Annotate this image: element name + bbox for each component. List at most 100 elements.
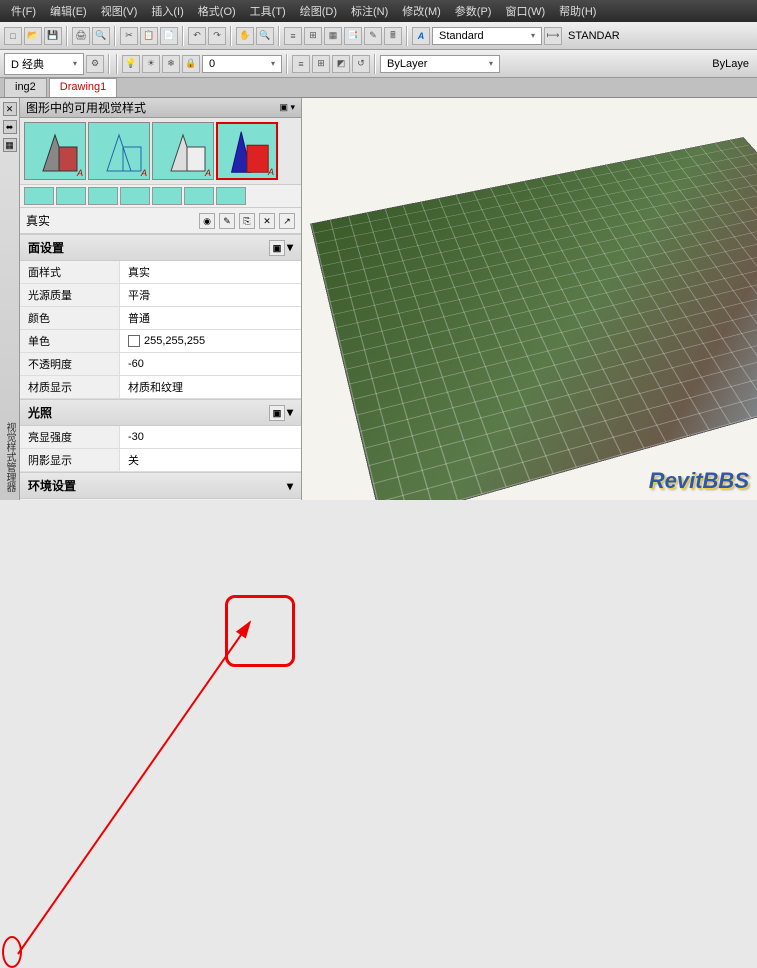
tab-drawing1[interactable]: Drawing1 <box>49 78 117 97</box>
apply-style-icon[interactable]: ◉ <box>199 213 215 229</box>
style-mini-7[interactable] <box>216 187 246 205</box>
style-mini-4[interactable] <box>120 187 150 205</box>
watermark: RevitBBS <box>649 468 749 494</box>
style-mini-2[interactable] <box>56 187 86 205</box>
linetype-label: ByLaye <box>712 58 749 70</box>
menu-params[interactable]: 参数(P) <box>448 3 499 19</box>
collapse-icon[interactable]: ▣ ▾ <box>279 102 295 113</box>
palettes-icon[interactable]: ▦ <box>3 138 17 152</box>
light-icon[interactable]: 💡 <box>122 55 140 73</box>
section-lighting-header[interactable]: 光照 ▣▾ <box>20 400 301 426</box>
visual-styles-panel: 图形中的可用视觉样式 ▣ ▾ A A A A <box>20 98 302 500</box>
sheet-icon[interactable]: 📑 <box>344 27 362 45</box>
tool-palettes-icon[interactable]: ▦ <box>324 27 342 45</box>
calc-icon[interactable]: 🖩 <box>384 27 402 45</box>
ws-settings-icon[interactable]: ⚙ <box>86 55 104 73</box>
panel-header: 图形中的可用视觉样式 ▣ ▾ <box>20 98 301 118</box>
style-thumb-2dwireframe[interactable]: A <box>24 122 86 180</box>
layer-state-icon[interactable]: ⊞ <box>312 55 330 73</box>
layer-prev-icon[interactable]: ↺ <box>352 55 370 73</box>
paste-icon[interactable]: 📄 <box>160 27 178 45</box>
zoom-icon[interactable]: 🔍 <box>256 27 274 45</box>
prop-color-value[interactable]: 普通 <box>120 307 301 329</box>
style-mini-1[interactable] <box>24 187 54 205</box>
prop-face-style-value[interactable]: 真实 <box>120 261 301 283</box>
markup-icon[interactable]: ✎ <box>364 27 382 45</box>
cut-icon[interactable]: ✂ <box>120 27 138 45</box>
prop-color-label: 颜色 <box>20 307 120 329</box>
pan-icon[interactable]: ✋ <box>236 27 254 45</box>
prop-material-label: 材质显示 <box>20 376 120 398</box>
new-style-icon[interactable]: ✎ <box>219 213 235 229</box>
menu-file[interactable]: 件(F) <box>4 3 43 19</box>
lock-icon[interactable]: 🔒 <box>182 55 200 73</box>
toolbar-primary: □ 📂 💾 🖨 🔍 ✂ 📋 📄 ↶ ↷ ✋ 🔍 ≡ ⊞ ▦ 📑 ✎ 🖩 A St… <box>0 22 757 50</box>
section-face: 面设置 ▣▾ 面样式真实 光源质量平滑 颜色普通 单色255,255,255 不… <box>20 234 301 399</box>
menu-format[interactable]: 格式(O) <box>191 3 243 19</box>
section-environment-header[interactable]: 环境设置 ▾ <box>20 473 301 499</box>
light-settings-icon[interactable]: ▣ <box>269 405 285 421</box>
layer-iso-icon[interactable]: ◩ <box>332 55 350 73</box>
menu-edit[interactable]: 编辑(E) <box>43 3 94 19</box>
style-thumb-3dwireframe[interactable]: A <box>88 122 150 180</box>
prop-opacity-value[interactable]: -60 <box>120 353 301 375</box>
menu-window[interactable]: 窗口(W) <box>498 3 552 19</box>
prop-shadow-value[interactable]: 关 <box>120 449 301 471</box>
prop-monochrome-value[interactable]: 255,255,255 <box>120 330 301 352</box>
props-icon[interactable]: ≡ <box>284 27 302 45</box>
style-mini-6[interactable] <box>184 187 214 205</box>
prop-face-style-label: 面样式 <box>20 261 120 283</box>
panel-title: 图形中的可用视觉样式 <box>26 99 146 116</box>
copy-style-icon[interactable]: ⎘ <box>239 213 255 229</box>
menu-view[interactable]: 视图(V) <box>94 3 145 19</box>
export-style-icon[interactable]: ↗ <box>279 213 295 229</box>
section-face-header[interactable]: 面设置 ▣▾ <box>20 235 301 261</box>
copy-icon[interactable]: 📋 <box>140 27 158 45</box>
drawing-viewport[interactable]: RevitBBS <box>302 98 757 500</box>
style-strip-lower <box>20 185 301 207</box>
pin-palette-icon[interactable]: ⬌ <box>3 120 17 134</box>
menu-bar: 件(F) 编辑(E) 视图(V) 插入(I) 格式(O) 工具(T) 绘图(D)… <box>0 0 757 22</box>
style-mini-5[interactable] <box>152 187 182 205</box>
designcenter-icon[interactable]: ⊞ <box>304 27 322 45</box>
new-icon[interactable]: □ <box>4 27 22 45</box>
prop-highlight-label: 亮显强度 <box>20 426 120 448</box>
workspace-dropdown[interactable]: D 经典 <box>4 53 84 75</box>
freeze-icon[interactable]: ❄ <box>162 55 180 73</box>
dim-style-icon[interactable]: ⟼ <box>544 27 562 45</box>
style-mini-3[interactable] <box>88 187 118 205</box>
chevron-down-icon[interactable]: ▾ <box>287 240 293 256</box>
menu-insert[interactable]: 插入(I) <box>144 3 190 19</box>
prop-highlight-value[interactable]: -30 <box>120 426 301 448</box>
prop-light-quality-value[interactable]: 平滑 <box>120 284 301 306</box>
open-icon[interactable]: 📂 <box>24 27 42 45</box>
face-settings-icon[interactable]: ▣ <box>269 240 285 256</box>
terrain-surface <box>310 137 757 500</box>
menu-tools[interactable]: 工具(T) <box>243 3 293 19</box>
tab-drawing2[interactable]: ing2 <box>4 78 47 97</box>
plot-icon[interactable]: 🖨 <box>72 27 90 45</box>
layer-dropdown[interactable]: 0 <box>202 55 282 73</box>
close-palette-icon[interactable]: ✕ <box>3 102 17 116</box>
style-thumb-realistic[interactable]: A <box>216 122 278 180</box>
section-lighting: 光照 ▣▾ 亮显强度-30 阴影显示关 <box>20 399 301 472</box>
chevron-down-icon[interactable]: ▾ <box>287 405 293 421</box>
prop-material-value[interactable]: 材质和纹理 <box>120 376 301 398</box>
save-icon[interactable]: 💾 <box>44 27 62 45</box>
menu-dimension[interactable]: 标注(N) <box>344 3 395 19</box>
sun-icon[interactable]: ☀ <box>142 55 160 73</box>
delete-style-icon[interactable]: ✕ <box>259 213 275 229</box>
redo-icon[interactable]: ↷ <box>208 27 226 45</box>
undo-icon[interactable]: ↶ <box>188 27 206 45</box>
layer-props-icon[interactable]: ≡ <box>292 55 310 73</box>
current-style-name: 真实 <box>26 212 50 229</box>
bylayer-dropdown[interactable]: ByLayer <box>380 55 500 73</box>
chevron-down-icon[interactable]: ▾ <box>287 479 293 493</box>
text-style-dropdown[interactable]: Standard <box>432 27 542 45</box>
preview-icon[interactable]: 🔍 <box>92 27 110 45</box>
menu-modify[interactable]: 修改(M) <box>395 3 448 19</box>
menu-draw[interactable]: 绘图(D) <box>293 3 344 19</box>
text-style-icon[interactable]: A <box>412 27 430 45</box>
style-thumb-hidden[interactable]: A <box>152 122 214 180</box>
menu-help[interactable]: 帮助(H) <box>552 3 603 19</box>
